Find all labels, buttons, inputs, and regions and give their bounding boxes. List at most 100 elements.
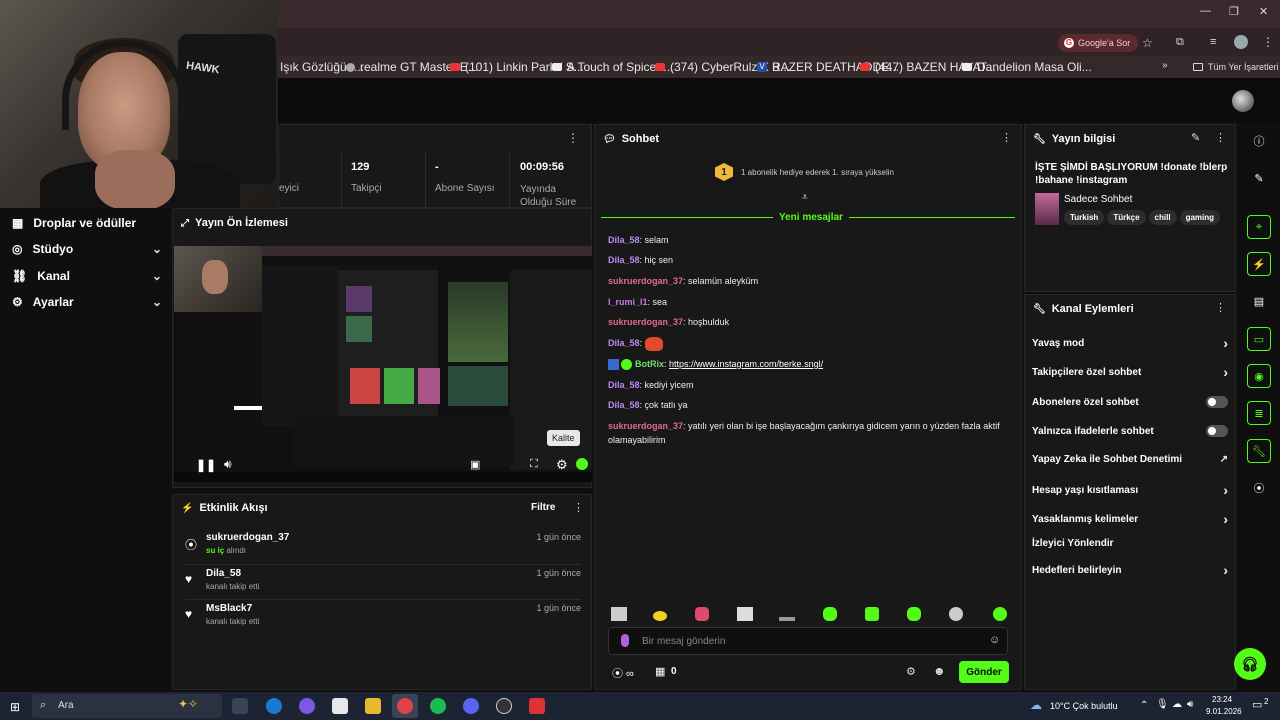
chat-username[interactable]: sukruerdogan_37 — [608, 317, 683, 327]
bookmark-item[interactable]: Dandelion Masa Oli... — [962, 56, 1092, 78]
emote-icon[interactable] — [653, 611, 667, 621]
chat-input[interactable]: Bir mesaj gönderin ☺ — [608, 627, 1008, 655]
chat-link[interactable]: https://www.instagram.com/berke.sngl/ — [669, 359, 823, 369]
chat-username[interactable]: I_rumi_l1 — [608, 297, 648, 307]
notification-icon[interactable]: ▭ — [1252, 698, 1262, 711]
store-icon[interactable] — [332, 698, 348, 714]
activity-user[interactable]: MsBlack7 — [206, 603, 252, 614]
action-goals[interactable]: Hedefleri belirleyin › — [1032, 562, 1228, 578]
avatar[interactable] — [1232, 90, 1254, 112]
chrome-icon[interactable] — [397, 698, 413, 714]
emote-icon[interactable] — [865, 607, 879, 621]
gift-leaderboard-banner[interactable]: 1 1 abonelik hediye ederek 1. sıraya yük… — [715, 163, 894, 181]
pip-icon[interactable]: ▣ — [470, 458, 480, 471]
action-raid[interactable]: İzleyici Yönlendir — [1032, 538, 1228, 549]
chat-username[interactable]: sukruerdogan_37 — [608, 421, 683, 431]
weather-text[interactable]: 10°C Çok bulutlu — [1050, 701, 1118, 711]
lightning-icon[interactable]: ⚡ — [1247, 252, 1271, 276]
tag-chip[interactable]: Turkish — [1064, 210, 1105, 225]
window-close-button[interactable]: ✕ — [1259, 5, 1268, 18]
action-emote-only[interactable]: Yalnızca ifadelerle sohbet — [1032, 425, 1228, 437]
scroll-down-icon[interactable]: ⩡ — [802, 192, 808, 203]
chat-icon[interactable]: ▭ — [1247, 327, 1271, 351]
onedrive-icon[interactable]: ☁ — [1172, 699, 1182, 710]
edge-icon[interactable] — [266, 698, 282, 714]
tag-chip[interactable]: chill — [1148, 210, 1177, 225]
quality-gear-icon[interactable]: ⚙ — [556, 457, 568, 473]
stats-menu-icon[interactable]: ⋮ — [567, 131, 579, 145]
fullscreen-icon[interactable]: ⛶ — [530, 458, 538, 471]
clock-date[interactable]: 9.01.2026 — [1206, 707, 1242, 716]
chat-settings-icon[interactable]: ⚙ — [906, 665, 916, 678]
emote-icon[interactable] — [949, 607, 963, 621]
activity-user[interactable]: Dila_58 — [206, 568, 241, 579]
volume-tray-icon[interactable]: 🔊︎ — [1187, 699, 1193, 710]
clock-time[interactable]: 23:24 — [1212, 695, 1232, 704]
toggle-switch[interactable] — [1206, 396, 1228, 408]
emote-icon[interactable] — [823, 607, 837, 621]
broadcast-icon[interactable]: ◉ — [1247, 364, 1271, 388]
wrench-tool-icon[interactable]: 🔧︎ — [1247, 439, 1271, 463]
action-banned-words[interactable]: Yasaklanmış kelimeler › — [1032, 511, 1228, 527]
action-account-age[interactable]: Hesap yaşı kısıtlaması › — [1032, 482, 1228, 498]
extensions-icon[interactable]: ⧉ — [1176, 36, 1184, 49]
channel-actions-menu-icon[interactable]: ⋮ — [1215, 301, 1226, 314]
star-icon[interactable]: ☆ — [1142, 36, 1153, 50]
app-icon[interactable] — [529, 698, 545, 714]
chat-menu-icon[interactable]: ⋮ — [1001, 131, 1012, 144]
window-restore-button[interactable]: ❐ — [1229, 5, 1239, 18]
bot-icon[interactable]: ☻ — [933, 664, 946, 678]
emote-icon[interactable] — [695, 607, 709, 621]
pause-icon[interactable]: ❚❚ — [196, 458, 216, 472]
help-headset-button[interactable]: 🎧︎ — [1234, 648, 1266, 680]
chat-username[interactable]: Dila_58 — [608, 400, 640, 410]
microphone-icon[interactable] — [621, 634, 629, 647]
action-followers-only[interactable]: Takipçilere özel sohbet › — [1032, 364, 1228, 380]
emote-icon[interactable] — [611, 607, 627, 621]
category-thumbnail[interactable] — [1035, 193, 1059, 225]
chat-username[interactable]: Dila_58 — [608, 338, 640, 348]
video-player[interactable]: ❚❚ 🔊︎ ▣ ⛶ ⚙ Kalite — [174, 246, 592, 482]
tag-chip[interactable]: Türkçe — [1107, 210, 1146, 225]
drops-infinity-icon[interactable]: ⦿ ∞ — [612, 665, 634, 681]
clipboard-icon[interactable]: ▤ — [1247, 289, 1271, 313]
pencil-icon[interactable]: ✎ — [1247, 166, 1271, 190]
sidebar-item-channel[interactable]: ⛓ Kanal ⌄ — [12, 269, 162, 283]
send-button[interactable]: Gönder — [959, 661, 1009, 683]
sidebar-item-studio[interactable]: ◎ Stüdyo ⌄ — [12, 242, 162, 256]
layers-icon[interactable]: ≣ — [1247, 401, 1271, 425]
activity-user[interactable]: sukruerdogan_37 — [206, 532, 289, 543]
drops-icon[interactable]: ⦿ — [1247, 476, 1271, 500]
task-view-icon[interactable] — [232, 698, 248, 714]
action-subscribers-only[interactable]: Abonelere özel sohbet — [1032, 396, 1228, 408]
menu-kebab-icon[interactable]: ⋮ — [1262, 35, 1274, 49]
chat-username[interactable]: Dila_58 — [608, 255, 640, 265]
toggle-switch[interactable] — [1206, 425, 1228, 437]
media-icon[interactable]: ≡ — [1210, 36, 1216, 48]
all-bookmarks-button[interactable]: Tüm Yer İşaretleri — [1193, 56, 1279, 78]
category-name[interactable]: Sadece Sohbet — [1064, 194, 1132, 205]
copilot-icon[interactable] — [299, 698, 315, 714]
emote-icon[interactable] — [907, 607, 921, 621]
target-icon[interactable]: ⌖ — [1247, 215, 1271, 239]
sidebar-item-drops[interactable]: ▦ Droplar ve ödüller — [12, 216, 162, 230]
chat-username[interactable]: Dila_58 — [608, 235, 640, 245]
chat-username[interactable]: BotRix — [635, 359, 664, 369]
mic-tray-icon[interactable]: 🎙︎ — [1156, 699, 1169, 710]
action-slow-mode[interactable]: Yavaş mod › — [1032, 335, 1228, 351]
sidebar-item-settings[interactable]: ⚙ Ayarlar ⌄ — [12, 295, 162, 309]
taskbar-search[interactable]: ⌕ Ara ✦✧ — [32, 694, 222, 718]
spotify-icon[interactable] — [430, 698, 446, 714]
activity-menu-icon[interactable]: ⋮ — [573, 501, 584, 514]
tag-chip[interactable]: gaming — [1179, 210, 1221, 225]
google-sor-button[interactable]: G Google'a Sor — [1058, 34, 1139, 52]
chat-username[interactable]: sukruerdogan_37 — [608, 276, 683, 286]
bookmarks-overflow-button[interactable]: » — [1162, 60, 1168, 71]
filter-button[interactable]: Filtre — [531, 502, 555, 513]
emote-icon[interactable] — [993, 607, 1007, 621]
discord-icon[interactable] — [463, 698, 479, 714]
obs-icon[interactable] — [496, 698, 512, 714]
windows-start-icon[interactable]: ⊞ — [10, 700, 20, 714]
chat-username[interactable]: Dila_58 — [608, 380, 640, 390]
info-icon[interactable]: ⓘ — [1247, 129, 1271, 153]
